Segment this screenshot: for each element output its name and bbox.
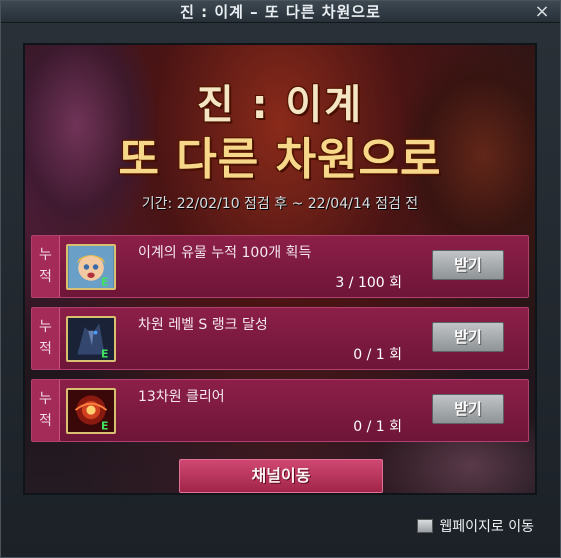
banner-subheadline: 또 다른 차원으로 bbox=[118, 134, 442, 185]
claim-button[interactable]: 받기 bbox=[432, 394, 504, 424]
event-panel: 진 : 이계 또 다른 차원으로 기간: 22/02/10 점검 후 ~ 22/… bbox=[23, 43, 537, 495]
svg-text:E: E bbox=[101, 275, 108, 288]
mission-row: 누 적 E 13차원 클리어 0 / 1 회 받기 bbox=[31, 379, 529, 442]
close-icon[interactable]: × bbox=[532, 2, 552, 22]
character-portrait-icon: E bbox=[66, 244, 116, 290]
event-period: 기간: 22/02/10 점검 후 ~ 22/04/14 점검 전 bbox=[141, 196, 419, 212]
mission-tag-char: 적 bbox=[39, 269, 52, 285]
mission-tag-char: 적 bbox=[39, 341, 52, 357]
mission-progress: 0 / 1 회 bbox=[353, 419, 402, 435]
mission-title: 13차원 클리어 bbox=[138, 389, 225, 405]
mission-progress: 0 / 1 회 bbox=[353, 347, 402, 363]
window-title: 진 : 이계 – 또 다른 차원으로 bbox=[180, 3, 381, 21]
mission-progress: 3 / 100 회 bbox=[335, 275, 402, 291]
claim-button[interactable]: 받기 bbox=[432, 322, 504, 352]
webpage-icon bbox=[417, 519, 434, 533]
mission-tag-char: 누 bbox=[39, 391, 52, 407]
change-channel-button[interactable]: 채널이동 bbox=[179, 459, 383, 493]
mission-title: 이계의 유물 누적 100개 획득 bbox=[138, 245, 312, 261]
svg-text:E: E bbox=[101, 419, 108, 432]
mission-row: 누 적 E 이계의 유물 누적 100개 획득 3 / 100 회 받기 bbox=[31, 235, 529, 298]
mission-tag-char: 적 bbox=[39, 413, 52, 429]
mission-title: 차원 레벨 S 랭크 달성 bbox=[138, 317, 268, 333]
event-window: 진 : 이계 – 또 다른 차원으로 × 진 : 이계 또 다른 차원으로 기간… bbox=[0, 0, 561, 558]
webpage-link[interactable]: 웹페이지로 이동 bbox=[417, 517, 534, 537]
dimension-vortex-icon: E bbox=[66, 388, 116, 434]
mission-tag: 누 적 bbox=[32, 308, 60, 369]
mission-tag-char: 누 bbox=[39, 247, 52, 263]
svg-text:E: E bbox=[101, 347, 108, 360]
mission-tag-char: 누 bbox=[39, 319, 52, 335]
mission-row: 누 적 E 차원 레벨 S 랭크 달성 0 / 1 회 받기 bbox=[31, 307, 529, 370]
mission-tag: 누 적 bbox=[32, 380, 60, 441]
banner-headline: 진 : 이계 bbox=[196, 82, 364, 128]
webpage-link-label: 웹페이지로 이동 bbox=[439, 519, 534, 535]
mission-tag: 누 적 bbox=[32, 236, 60, 297]
title-bar[interactable]: 진 : 이계 – 또 다른 차원으로 × bbox=[1, 1, 560, 23]
claim-button[interactable]: 받기 bbox=[432, 250, 504, 280]
dark-warrior-icon: E bbox=[66, 316, 116, 362]
